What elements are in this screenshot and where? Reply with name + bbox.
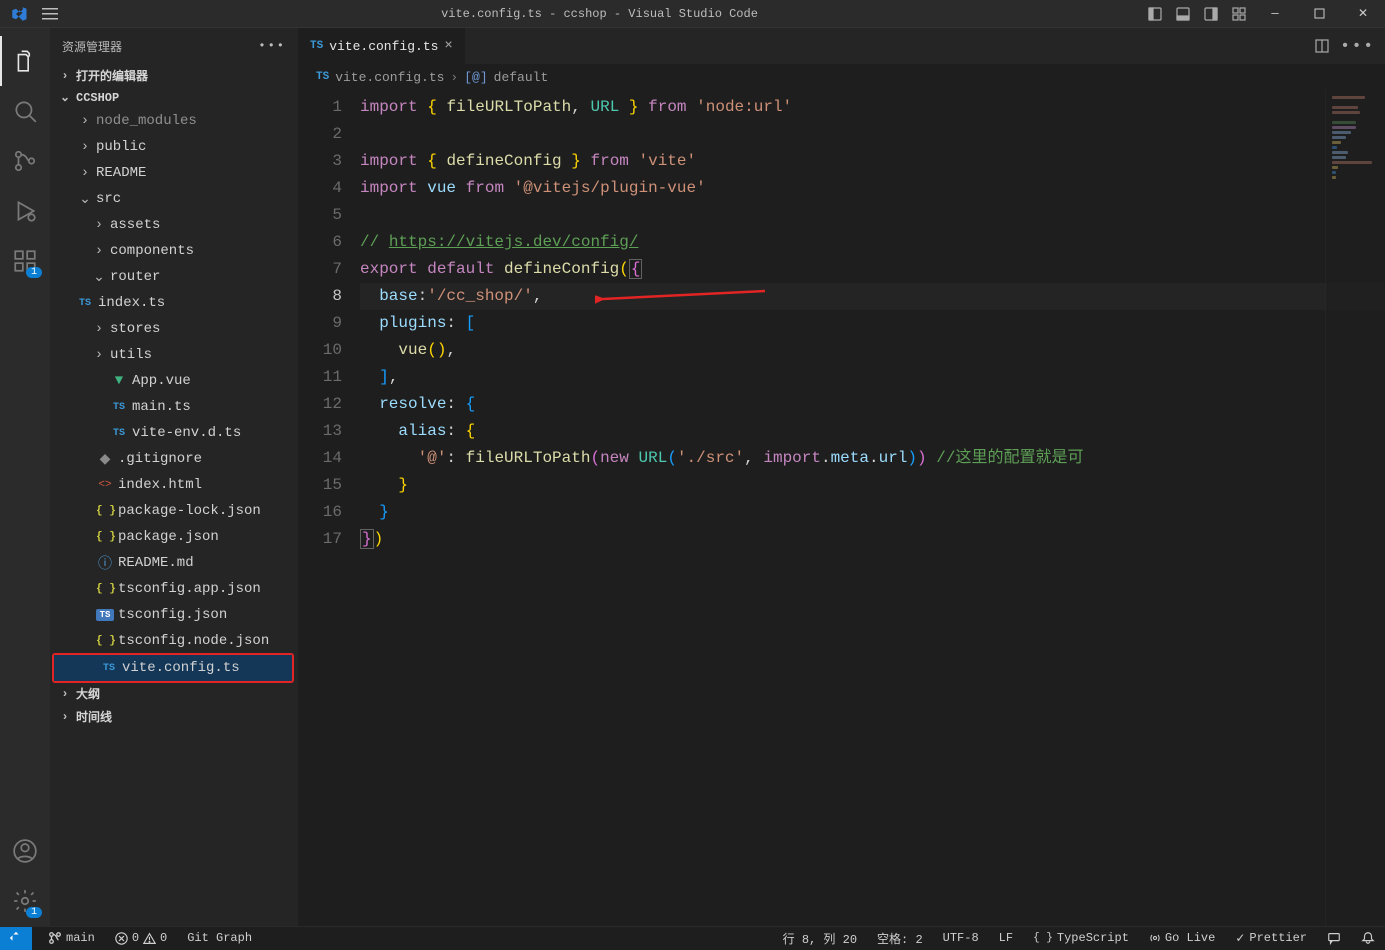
file-tree-item[interactable]: ›stores — [50, 316, 298, 342]
activity-bar: 1 1 — [0, 28, 50, 926]
code-area[interactable]: import { fileURLToPath, URL } from 'node… — [360, 90, 1385, 926]
symbol-icon: [@] — [464, 70, 487, 85]
more-icon[interactable]: ••• — [258, 39, 286, 53]
editor-area: TS vite.config.ts × ••• TS vite.config.t… — [298, 28, 1385, 926]
file-tree-item[interactable]: ⌄router — [50, 264, 298, 290]
ts-icon: TS — [316, 71, 329, 83]
file-tree-item[interactable]: ▼App.vue — [50, 368, 298, 394]
problems-button[interactable]: 0 0 — [111, 931, 171, 945]
settings-gear-icon[interactable]: 1 — [0, 876, 50, 926]
file-tree-item[interactable]: TStsconfig.json — [50, 602, 298, 628]
file-tree-item[interactable]: ◆.gitignore — [50, 446, 298, 472]
layout-panel-right-icon[interactable] — [1197, 0, 1225, 28]
file-tree-item[interactable]: ›utils — [50, 342, 298, 368]
settings-badge: 1 — [26, 907, 42, 918]
cursor-position[interactable]: 行 8, 列 20 — [779, 930, 861, 947]
chevron-right-icon: › — [58, 69, 72, 83]
annotation-arrow — [595, 287, 765, 305]
vscode-logo-icon — [10, 5, 28, 23]
chevron-right-icon: › — [450, 70, 458, 85]
encoding-button[interactable]: UTF-8 — [939, 931, 983, 945]
section-label: 时间线 — [76, 708, 112, 725]
file-tree-item[interactable]: ›assets — [50, 212, 298, 238]
menu-icon[interactable] — [42, 6, 58, 22]
sidebar: 资源管理器 ••• › 打开的编辑器 ⌄ CCSHOP ›node_module… — [50, 28, 298, 926]
file-tree-item[interactable]: TSvite-env.d.ts — [50, 420, 298, 446]
minimize-button[interactable]: ─ — [1253, 0, 1297, 28]
file-tree-item[interactable]: TSvite.config.ts — [54, 655, 292, 681]
language-label: TypeScript — [1057, 931, 1129, 945]
editor-body[interactable]: 1234567891011121314151617 import { fileU… — [298, 90, 1385, 926]
breadcrumb-symbol[interactable]: default — [494, 70, 549, 85]
chevron-right-icon: › — [58, 710, 72, 724]
account-icon[interactable] — [0, 826, 50, 876]
close-button[interactable]: ✕ — [1341, 0, 1385, 28]
eol-button[interactable]: LF — [995, 931, 1017, 945]
titlebar: vite.config.ts - ccshop - Visual Studio … — [0, 0, 1385, 28]
ts-icon: TS — [310, 40, 323, 52]
gitgraph-button[interactable]: Git Graph — [183, 931, 256, 945]
tab-vite-config[interactable]: TS vite.config.ts × — [298, 28, 466, 64]
search-icon[interactable] — [0, 86, 50, 136]
file-tree-item[interactable]: TSindex.ts — [50, 290, 298, 316]
close-icon[interactable]: × — [444, 38, 452, 54]
section-label: 打开的编辑器 — [76, 67, 148, 84]
feedback-icon[interactable] — [1323, 931, 1345, 945]
chevron-right-icon: › — [58, 687, 72, 701]
line-gutter: 1234567891011121314151617 — [298, 90, 360, 926]
split-editor-icon[interactable] — [1314, 38, 1330, 54]
status-bar: main 0 0 Git Graph 行 8, 列 20 空格: 2 UTF-8… — [0, 926, 1385, 949]
file-tree-item[interactable]: ›components — [50, 238, 298, 264]
section-timeline[interactable]: › 时间线 — [50, 705, 298, 728]
layout-customize-icon[interactable] — [1225, 0, 1253, 28]
branch-label: main — [66, 931, 95, 945]
file-tree-item[interactable]: { }tsconfig.app.json — [50, 576, 298, 602]
file-tree-item[interactable]: ›README — [50, 160, 298, 186]
window-title: vite.config.ts - ccshop - Visual Studio … — [58, 7, 1141, 21]
extensions-badge: 1 — [26, 267, 42, 278]
section-label: 大纲 — [76, 685, 100, 702]
run-debug-icon[interactable] — [0, 186, 50, 236]
maximize-button[interactable] — [1297, 0, 1341, 28]
source-control-icon[interactable] — [0, 136, 50, 186]
error-count: 0 — [132, 931, 139, 945]
chevron-down-icon: ⌄ — [58, 90, 72, 105]
language-button[interactable]: { } TypeScript — [1029, 931, 1133, 945]
file-tree-item[interactable]: { }tsconfig.node.json — [50, 628, 298, 654]
bell-icon[interactable] — [1357, 931, 1379, 945]
sidebar-title: 资源管理器 — [62, 38, 122, 55]
minimap[interactable] — [1325, 90, 1385, 926]
layout-panel-left-icon[interactable] — [1141, 0, 1169, 28]
file-tree-item[interactable]: <>index.html — [50, 472, 298, 498]
explorer-icon[interactable] — [0, 36, 50, 86]
file-tree-item[interactable]: ›public — [50, 134, 298, 160]
more-icon[interactable]: ••• — [1340, 37, 1375, 55]
tab-bar: TS vite.config.ts × ••• — [298, 28, 1385, 64]
file-tree-item[interactable]: TSmain.ts — [50, 394, 298, 420]
branch-button[interactable]: main — [44, 931, 99, 945]
file-tree-item[interactable]: ⓘREADME.md — [50, 550, 298, 576]
golive-label: Go Live — [1165, 931, 1215, 945]
tab-label: vite.config.ts — [329, 39, 438, 54]
remote-button[interactable] — [0, 927, 32, 950]
golive-button[interactable]: Go Live — [1145, 931, 1219, 945]
file-tree-item[interactable]: { }package-lock.json — [50, 498, 298, 524]
warning-count: 0 — [160, 931, 167, 945]
section-project[interactable]: ⌄ CCSHOP — [50, 87, 298, 108]
breadcrumbs[interactable]: TS vite.config.ts › [@] default — [298, 64, 1385, 90]
indentation-button[interactable]: 空格: 2 — [873, 930, 927, 947]
section-open-editors[interactable]: › 打开的编辑器 — [50, 64, 298, 87]
prettier-button[interactable]: ✓ Prettier — [1231, 931, 1311, 946]
breadcrumb-file[interactable]: vite.config.ts — [335, 70, 444, 85]
section-outline[interactable]: › 大纲 — [50, 682, 298, 705]
file-tree-item[interactable]: ›node_modules — [50, 108, 298, 134]
file-tree-item[interactable]: ⌄src — [50, 186, 298, 212]
section-label: CCSHOP — [76, 91, 119, 105]
layout-panel-bottom-icon[interactable] — [1169, 0, 1197, 28]
file-tree-item[interactable]: { }package.json — [50, 524, 298, 550]
file-tree: ›node_modules›public›README⌄src›assets›c… — [50, 108, 298, 682]
prettier-label: Prettier — [1249, 931, 1307, 945]
extensions-icon[interactable]: 1 — [0, 236, 50, 286]
